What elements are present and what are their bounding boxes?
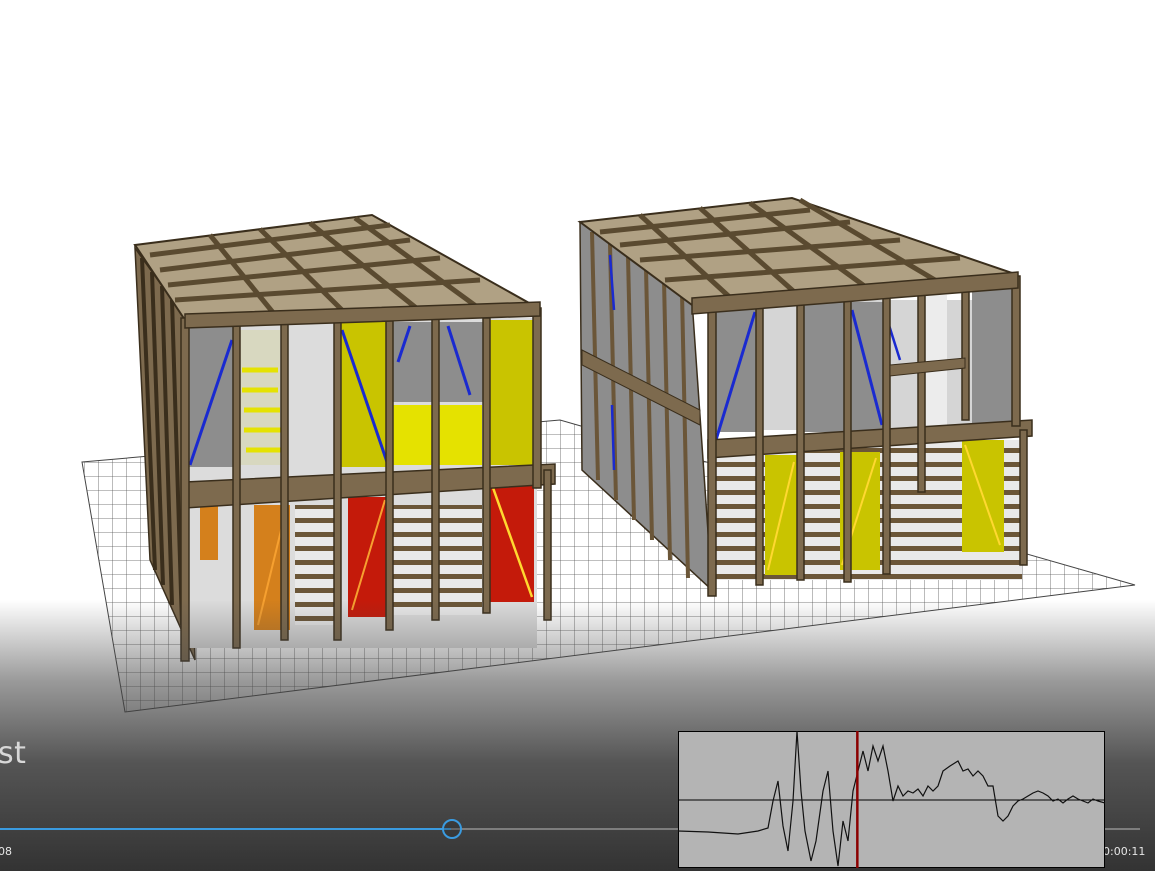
video-caption: st — [0, 736, 27, 771]
waveform-inset — [678, 731, 1105, 868]
seek-bar-thumb[interactable] — [442, 819, 462, 839]
current-time: 08 — [0, 845, 12, 858]
left-building — [133, 213, 556, 662]
seek-bar-progress — [0, 828, 451, 830]
total-time: 0:00:11 — [1103, 845, 1146, 858]
